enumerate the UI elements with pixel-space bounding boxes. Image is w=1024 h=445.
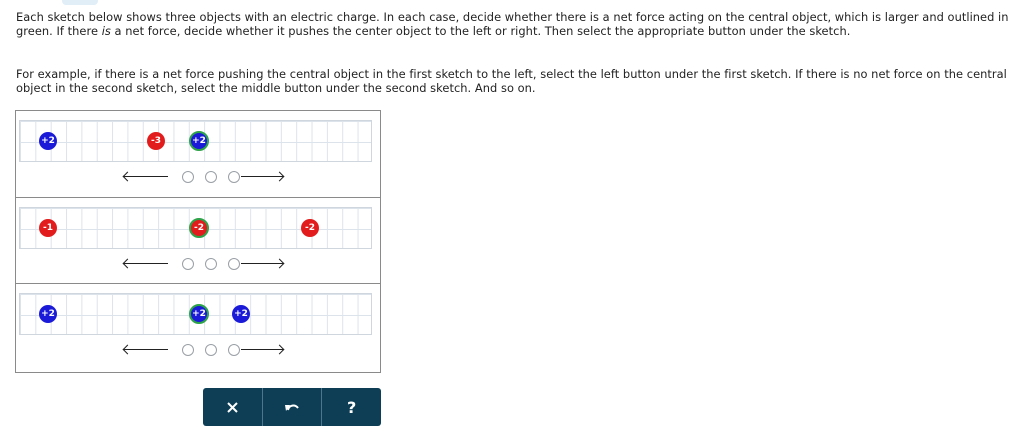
charge-object: -3 (147, 132, 165, 150)
charge-object: -2 (301, 219, 319, 237)
sketch-1: +2 -3 +2 (16, 111, 380, 197)
radio-right[interactable] (228, 171, 240, 183)
close-icon (227, 401, 238, 413)
right-arrow-icon (241, 263, 283, 264)
radio-left[interactable] (182, 171, 194, 183)
answer-toolbar: ? (203, 388, 381, 426)
sketch-2: -1 -2 -2 (16, 197, 380, 283)
undo-icon (284, 401, 300, 413)
sketch-3: +2 +2 +2 (16, 283, 380, 369)
radio-left[interactable] (182, 258, 194, 270)
charge-object: +2 (39, 132, 57, 150)
sketch-panel: +2 -3 +2 -1 -2 -2 +2 +2 +2 (15, 110, 381, 373)
charge-object: -1 (39, 219, 57, 237)
radio-right[interactable] (228, 258, 240, 270)
force-choice-row (124, 341, 284, 359)
instructions-paragraph-2: For example, if there is a net force pus… (16, 67, 1007, 95)
help-button[interactable]: ? (321, 388, 381, 426)
radio-left[interactable] (182, 344, 194, 356)
instructions-paragraph-1: Each sketch below shows three objects wi… (16, 10, 1009, 38)
clear-button[interactable] (203, 388, 262, 426)
right-arrow-icon (241, 349, 283, 350)
left-arrow-icon (124, 263, 168, 264)
left-arrow-icon (124, 176, 168, 177)
undo-button[interactable] (261, 388, 322, 426)
central-charge-object: -2 (189, 218, 209, 238)
radio-none[interactable] (205, 171, 217, 183)
radio-none[interactable] (205, 258, 217, 270)
radio-none[interactable] (205, 344, 217, 356)
left-arrow-icon (124, 349, 168, 350)
tab-indicator (62, 0, 98, 5)
charge-object: +2 (39, 305, 57, 323)
central-charge-object: +2 (189, 304, 209, 324)
central-charge-object: +2 (189, 131, 209, 151)
charge-object: +2 (232, 305, 250, 323)
force-choice-row (124, 255, 284, 273)
radio-right[interactable] (228, 344, 240, 356)
force-choice-row (124, 168, 284, 186)
right-arrow-icon (241, 176, 283, 177)
